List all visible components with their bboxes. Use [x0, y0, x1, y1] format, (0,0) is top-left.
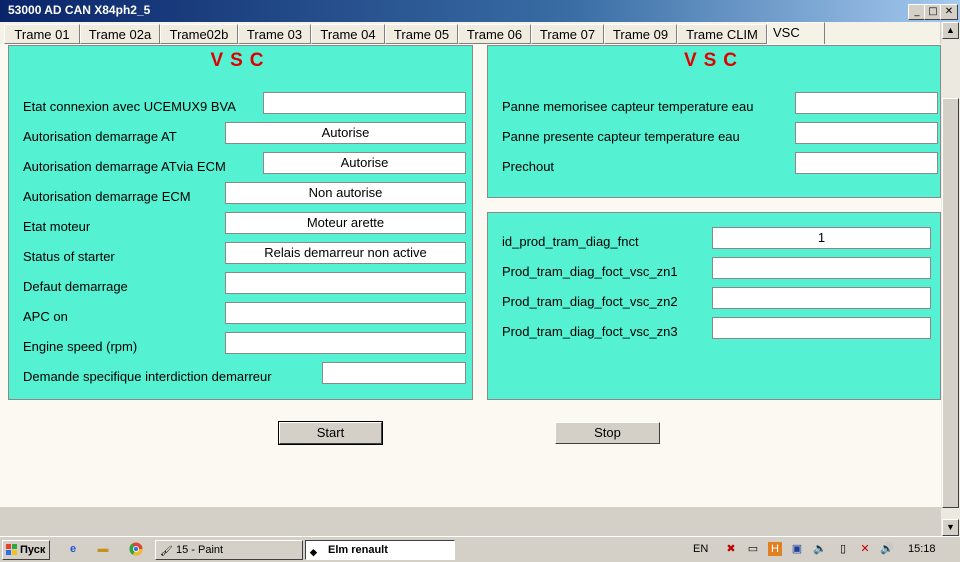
label-prod-tram-zn1: Prod_tram_diag_foct_vsc_zn1 [502, 264, 678, 279]
field-id-prod-tram-diag[interactable]: 1 [712, 227, 931, 249]
label-autorisation-ecm: Autorisation demarrage ECM [23, 189, 191, 204]
monitor-icon[interactable]: ▭ [746, 542, 760, 556]
paint-icon: 🖌 [160, 546, 173, 557]
tab-trame-05[interactable]: Trame 05 [385, 24, 458, 44]
tab-trame-01[interactable]: Trame 01 [4, 24, 80, 44]
label-panne-memorisee: Panne memorisee capteur temperature eau [502, 99, 754, 114]
left-panel-title: VSC [210, 50, 271, 71]
taskbar-item-paint-label: 15 - Paint [176, 544, 224, 556]
field-autorisation-at-via-ecm[interactable]: Autorise [263, 152, 466, 174]
tab-trame-09[interactable]: Trame 09 [604, 24, 677, 44]
folder-icon[interactable]: ▬ [96, 542, 110, 556]
scroll-up-arrow-icon[interactable]: ▲ [942, 22, 959, 39]
label-id-prod-tram-diag: id_prod_tram_diag_fnct [502, 234, 639, 249]
field-panne-memorisee[interactable] [795, 92, 938, 114]
label-demande-interdiction: Demande specifique interdiction demarreu… [23, 369, 272, 384]
windows-logo-icon [6, 544, 18, 556]
taskbar-item-elm-renault[interactable]: ◆ Elm renault [305, 540, 455, 560]
internet-explorer-icon[interactable]: e [66, 542, 80, 556]
start-button[interactable]: Start [278, 421, 383, 445]
taskbar-item-paint[interactable]: 🖌 15 - Paint [155, 540, 303, 560]
label-apc-on: APC on [23, 309, 68, 324]
start-menu-button[interactable]: Пуск [2, 540, 50, 560]
network-error-icon[interactable]: ✖ [724, 542, 738, 556]
label-prechout: Prechout [502, 159, 555, 174]
tab-trame-07[interactable]: Trame 07 [531, 24, 604, 44]
stop-button[interactable]: Stop [555, 422, 660, 444]
label-etat-connexion: Etat connexion avec UCEMUX9 BVA [23, 99, 236, 114]
label-autorisation-at-via-ecm: Autorisation demarrage ATvia ECM [23, 159, 226, 174]
close-button[interactable]: ✕ [940, 4, 958, 20]
field-demande-interdiction[interactable] [322, 362, 466, 384]
taskbar-item-elm-renault-label: Elm renault [328, 544, 388, 556]
field-prechout[interactable] [795, 152, 938, 174]
speaker-icon[interactable]: 🔈 [813, 542, 827, 556]
label-prod-tram-zn3: Prod_tram_diag_foct_vsc_zn3 [502, 324, 678, 339]
label-status-of-starter: Status of starter [23, 249, 115, 264]
label-autorisation-at: Autorisation demarrage AT [23, 129, 177, 144]
right-panel-title: VSC [683, 50, 745, 71]
chrome-icon[interactable] [129, 542, 143, 556]
field-etat-moteur[interactable]: Moteur arette [225, 212, 466, 234]
field-prod-tram-zn3[interactable] [712, 317, 931, 339]
field-prod-tram-zn2[interactable] [712, 287, 931, 309]
field-panne-presente[interactable] [795, 122, 938, 144]
display-tray-icon[interactable]: ▣ [790, 542, 804, 556]
signal-icon[interactable]: ✕ [858, 542, 872, 556]
label-prod-tram-zn2: Prod_tram_diag_foct_vsc_zn2 [502, 294, 678, 309]
window-title-bar[interactable]: 53000 AD CAN X84ph2_5 [0, 0, 960, 22]
label-engine-speed: Engine speed (rpm) [23, 339, 138, 354]
tab-trame-06[interactable]: Trame 06 [458, 24, 531, 44]
field-defaut-demarrage[interactable] [225, 272, 466, 294]
tab-trame02b[interactable]: Trame02b [160, 24, 238, 44]
volume-icon[interactable]: 🔊 [880, 542, 894, 556]
field-autorisation-ecm[interactable]: Non autorise [225, 182, 466, 204]
language-indicator[interactable]: EN [693, 543, 708, 555]
tab-trame-03[interactable]: Trame 03 [238, 24, 311, 44]
clock[interactable]: 15:18 [908, 543, 936, 555]
battery-icon[interactable]: ▯ [836, 542, 850, 556]
scrollbar-thumb[interactable] [942, 98, 959, 508]
field-apc-on[interactable] [225, 302, 466, 324]
tab-trame-04[interactable]: Trame 04 [311, 24, 385, 44]
label-panne-presente: Panne presente capteur temperature eau [502, 129, 740, 144]
tab-vsc[interactable]: VSC [767, 22, 825, 44]
label-defaut-demarrage: Defaut demarrage [23, 279, 128, 294]
tab-trame-clim[interactable]: Trame CLIM [677, 24, 767, 44]
scroll-down-arrow-icon[interactable]: ▼ [942, 519, 959, 536]
window-title: 53000 AD CAN X84ph2_5 [8, 3, 151, 17]
renault-icon: ◆ [310, 547, 317, 557]
field-etat-connexion[interactable] [263, 92, 466, 114]
app-tray-icon[interactable]: H [768, 542, 782, 556]
tab-trame-02a[interactable]: Trame 02a [80, 24, 160, 44]
field-prod-tram-zn1[interactable] [712, 257, 931, 279]
label-etat-moteur: Etat moteur [23, 219, 91, 234]
field-autorisation-at[interactable]: Autorise [225, 122, 466, 144]
field-status-of-starter[interactable]: Relais demarreur non active [225, 242, 466, 264]
field-engine-speed[interactable] [225, 332, 466, 354]
start-menu-label: Пуск [20, 544, 46, 556]
